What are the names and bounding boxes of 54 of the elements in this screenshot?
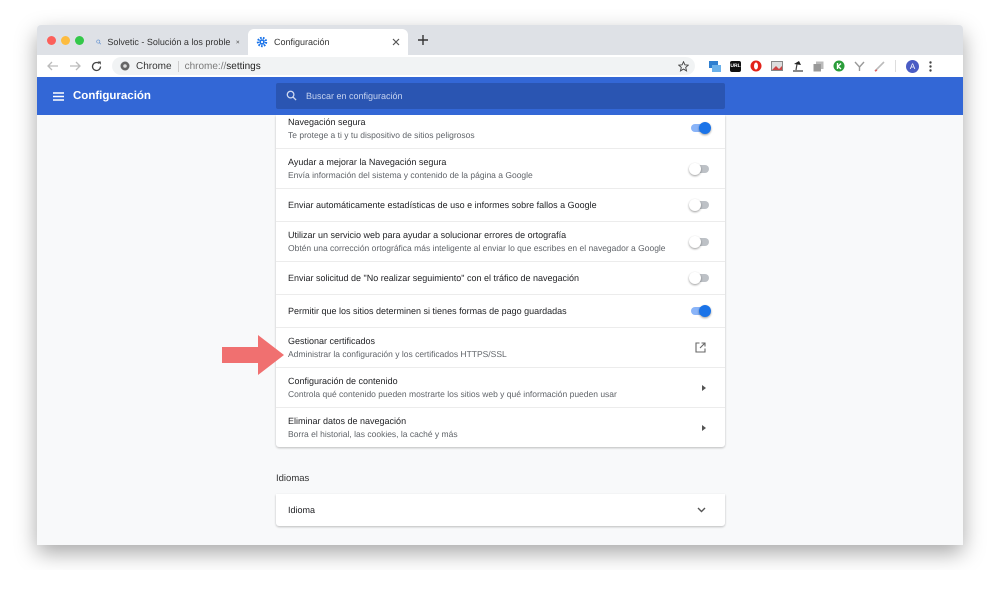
profile-avatar[interactable]: A [906, 60, 919, 72]
setting-title: Navegación segura [288, 116, 367, 128]
setting-title: Enviar automáticamente estadísticas de uso e informes sobre fallos a Google [288, 199, 598, 211]
toggle-switch[interactable] [691, 124, 709, 132]
setting-title: Utilizar un servicio web para ayudar a solucionar errores de ortografía [288, 229, 568, 241]
k-letter-icon[interactable] [833, 60, 845, 72]
desk-lamp-icon[interactable] [792, 60, 804, 72]
caret-right-icon[interactable] [702, 424, 706, 430]
circle-o-icon[interactable] [750, 60, 762, 72]
close-icon[interactable] [236, 38, 240, 46]
setting-title: Gestionar certificados [288, 335, 376, 347]
more-menu-icon[interactable] [929, 60, 932, 72]
setting-description: Obtén una corrección ortográfica más inteligente al enviar lo que escribes en el navegador a Google [288, 242, 667, 254]
toggle-switch[interactable] [691, 238, 709, 246]
setting-description: Te protege a ti y tu dispositivo de sitios peligrosos [288, 129, 476, 141]
setting-title: Idioma [288, 504, 316, 516]
toggle-switch[interactable] [691, 274, 709, 282]
stacked-pages-icon[interactable] [813, 60, 824, 72]
search-field[interactable]: Buscar en configuración [276, 83, 725, 109]
caret-right-icon[interactable] [702, 384, 706, 390]
funnel-icon[interactable] [854, 60, 865, 72]
reload-icon[interactable] [91, 60, 102, 72]
star-icon[interactable] [678, 60, 689, 72]
setting-description: Administrar la configuración y los certificados HTTPS/SSL [288, 348, 508, 360]
annotation-arrow [222, 335, 284, 375]
toggle-switch[interactable] [691, 201, 709, 209]
picture-icon[interactable] [771, 61, 783, 71]
chevron-down-icon[interactable] [697, 507, 706, 513]
toggle-switch[interactable] [691, 307, 709, 315]
address-bar[interactable]: Chrome chrome://settings [112, 57, 695, 75]
setting-title: Configuración de contenido [288, 375, 399, 387]
url-text: chrome://settings [184, 60, 261, 72]
browser-tab[interactable]: Solvetic - Solución a los proble [88, 29, 248, 55]
setting-title: Enviar solicitud de "No realizar seguimiento" con el tráfico de navegación [288, 272, 580, 284]
menu-icon[interactable] [53, 92, 64, 100]
page-title: Configuración [73, 90, 151, 102]
new-tab-icon[interactable] [418, 35, 428, 45]
site-label: Chrome [136, 60, 179, 72]
setting-title: Permitir que los sitios determinen si tienes formas de pago guardadas [288, 305, 568, 317]
setting-description: Borra el historial, las cookies, la caché y más [288, 428, 459, 440]
open-in-new-icon[interactable] [695, 342, 706, 353]
section-heading: Idiomas [276, 473, 310, 484]
setting-title: Ayudar a mejorar la Navegación segura [288, 156, 448, 168]
setting-description: Controla qué contenido pueden mostrarte los sitios web y qué información pueden usar [288, 388, 618, 400]
chat-bubbles-icon[interactable] [709, 60, 721, 72]
chrome-logo-icon [120, 61, 130, 71]
browser-tab[interactable]: Configuración [248, 29, 408, 55]
toggle-switch[interactable] [691, 164, 709, 172]
close-window-button[interactable] [47, 36, 56, 44]
close-icon[interactable] [392, 38, 400, 46]
pen-icon[interactable] [874, 60, 885, 72]
setting-title: Eliminar datos de navegación [288, 415, 408, 427]
gear-icon [256, 36, 268, 48]
setting-description: Envía información del sistema y contenido de la página a Google [288, 169, 534, 181]
